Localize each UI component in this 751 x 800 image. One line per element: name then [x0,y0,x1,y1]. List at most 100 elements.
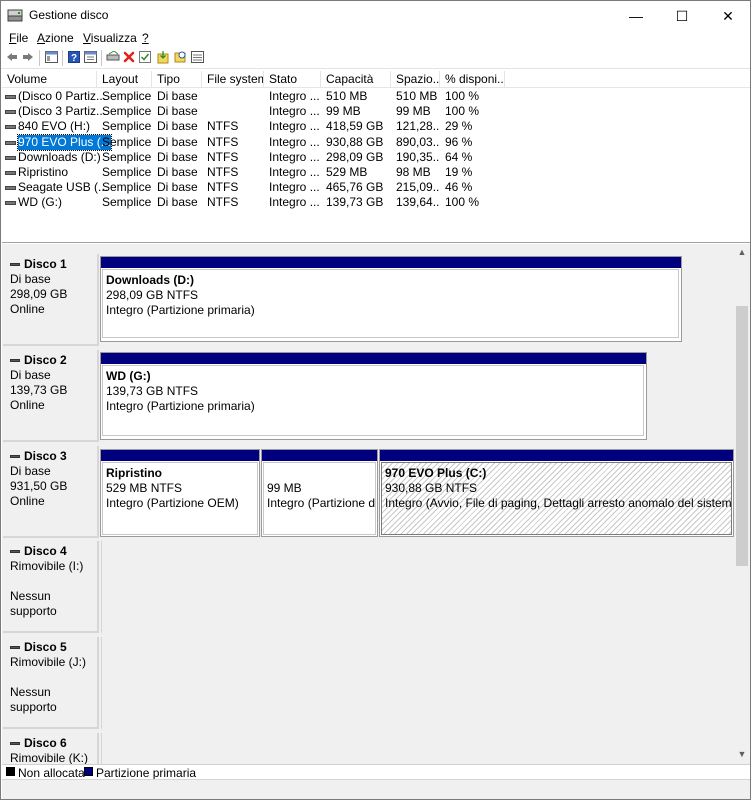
disk-label: Disco 4 [10,544,97,559]
column-header-percent[interactable]: % disponi... [440,71,505,88]
forward-icon[interactable] [21,50,35,64]
disk-row-1: Disco 1 Di base 298,09 GB Online Downloa… [2,244,734,346]
properties-icon[interactable] [83,50,97,64]
drive-icon [5,125,16,130]
details-icon[interactable] [190,50,204,64]
volume-row[interactable]: WD (G:) Semplice Di base NTFS Integro ... 139… [2,195,750,210]
cell-layout: Semplice [102,165,152,179]
cell-stato: Integro ... [269,180,320,195]
title-bar: Gestione disco — ☐ ✕ [1,1,750,31]
drive-icon [5,140,16,145]
column-header-spazio[interactable]: Spazio... [391,71,440,88]
disk-label: Disco 6 [10,736,97,751]
partition-system[interactable]: 99 MB Integro (Partizione di s [261,449,378,537]
minimize-button[interactable]: — [613,1,659,31]
disk-row-4: Disco 4 Rimovibile (I:) Nessun supporto [2,541,734,635]
help-icon[interactable]: ? [67,50,81,64]
disk-status: Online [10,302,45,316]
disk-info-6[interactable]: Disco 6 Rimovibile (K:) [3,733,99,764]
cell-capacita: 139,73 GB [326,195,384,210]
column-header-stato[interactable]: Stato [264,71,321,88]
column-header-file-system[interactable]: File system [202,71,264,88]
connect-icon[interactable] [106,50,120,64]
volume-row[interactable]: 840 EVO (H:) Semplice Di base NTFS Integro .… [2,119,750,134]
partition-title: 970 EVO Plus (C:) [385,466,487,480]
cell-percent: 100 % [445,89,480,103]
cell-stato: Integro ... [269,119,320,134]
menu-azione[interactable]: Azione [37,31,74,45]
partition-970-evo-plus[interactable]: 970 EVO Plus (C:) 930,88 GB NTFS Integro… [379,449,734,537]
cell-layout: Semplice [102,119,152,134]
import-icon[interactable] [156,50,170,64]
cell-capacita: 930,88 GB [326,134,384,149]
disk-status: Nessun supporto [10,589,57,618]
disk-icon [10,455,20,458]
disk-info-1[interactable]: Disco 1 Di base 298,09 GB Online [3,254,99,346]
volume-row[interactable]: (Disco 3 Partiz... Semplice Di base Integro… [2,104,750,119]
volume-row[interactable]: Ripristino Semplice Di base NTFS Integro ...… [2,165,750,180]
disk-info-2[interactable]: Disco 2 Di base 139,73 GB Online [3,350,99,442]
volume-row[interactable]: Downloads (D:) Semplice Di base NTFS Integro… [2,150,750,165]
toolbar-separator [62,50,63,66]
check-icon[interactable] [138,50,152,64]
cell-tipo: Di base [157,180,198,195]
cell-percent: 100 % [445,104,480,119]
column-header-layout[interactable]: Layout [97,71,152,88]
vertical-scrollbar[interactable]: ▲ ▼ [734,244,750,764]
scroll-up-icon[interactable]: ▲ [737,247,747,257]
disk-size: 139,73 GB [10,383,68,397]
partition-wd[interactable]: WD (G:) 139,73 GB NTFS Integro (Partizio… [100,352,647,440]
partition-ripristino[interactable]: Ripristino 529 MB NTFS Integro (Partizio… [100,449,260,537]
disk-info-3[interactable]: Disco 3 Di base 931,50 GB Online [3,446,99,538]
cell-tipo: Di base [157,134,198,149]
cell-layout: Semplice [102,134,152,149]
console-tree-icon[interactable] [44,50,58,64]
column-header-capacita[interactable]: Capacità [321,71,391,88]
cell-stato: Integro ... [269,165,320,179]
column-header-volume[interactable]: Volume [2,71,97,88]
disk-label: Disco 2 [10,353,97,368]
scrollbar-thumb[interactable] [736,306,748,566]
scroll-down-icon[interactable]: ▼ [737,749,747,759]
rescan-icon[interactable] [173,50,187,64]
menu-visualizza[interactable]: Visualizza [83,31,137,45]
cell-spazio: 139,64... [396,195,440,210]
disk-size: 298,09 GB [10,287,68,301]
cell-tipo: Di base [157,149,198,164]
partition-primary-bar [380,450,733,461]
volume-row[interactable]: (Disco 0 Partiz... Semplice Di base Integro… [2,89,750,104]
volume-row[interactable]: Seagate USB (... Semplice Di base NTFS Integ… [2,180,750,195]
partition-size: 139,73 GB NTFS [106,384,199,398]
back-icon[interactable] [5,50,19,64]
disk-info-4[interactable]: Disco 4 Rimovibile (I:) Nessun supporto [3,541,99,633]
volume-list[interactable]: Volume Layout Tipo File system Stato Cap… [2,71,750,243]
disk-empty-area [101,733,734,764]
cell-tipo: Di base [157,104,198,119]
partition-status: Integro (Avvio, File di paging, Dettagli… [385,496,732,510]
cell-volume: (Disco 3 Partiz... [18,104,107,119]
drive-icon [5,95,16,99]
volume-row[interactable]: 970 EVO Plus (... Semplice Di base NTFS Inte… [2,133,750,151]
partition-title: WD (G:) [106,369,151,383]
partition-title: Ripristino [106,466,162,480]
drive-icon [5,201,16,206]
disk-info-5[interactable]: Disco 5 Rimovibile (J:) Nessun supporto [3,637,99,729]
disk-row-2: Disco 2 Di base 139,73 GB Online WD (G:)… [2,348,734,442]
menu-file[interactable]: File [9,31,28,45]
cell-spazio: 98 MB [396,165,431,179]
column-header-tipo[interactable]: Tipo [152,71,202,88]
partition-size: 298,09 GB NTFS [106,288,199,302]
cell-percent: 46 % [445,180,473,195]
delete-icon[interactable] [122,50,136,64]
cell-percent: 64 % [445,149,473,164]
menu-help[interactable]: ? [142,31,149,45]
disk-graphical-view[interactable]: Disco 1 Di base 298,09 GB Online Downloa… [2,244,734,764]
maximize-button[interactable]: ☐ [659,1,705,31]
disk-type: Rimovibile (J:) [10,655,87,669]
partition-downloads[interactable]: Downloads (D:) 298,09 GB NTFS Integro (P… [100,256,682,342]
maximize-icon: ☐ [675,7,689,24]
legend-label-unallocated: Non allocata [18,766,85,780]
partition-status: Integro (Partizione primaria) [106,399,255,413]
close-button[interactable]: ✕ [705,1,751,31]
cell-layout: Semplice [102,180,152,195]
